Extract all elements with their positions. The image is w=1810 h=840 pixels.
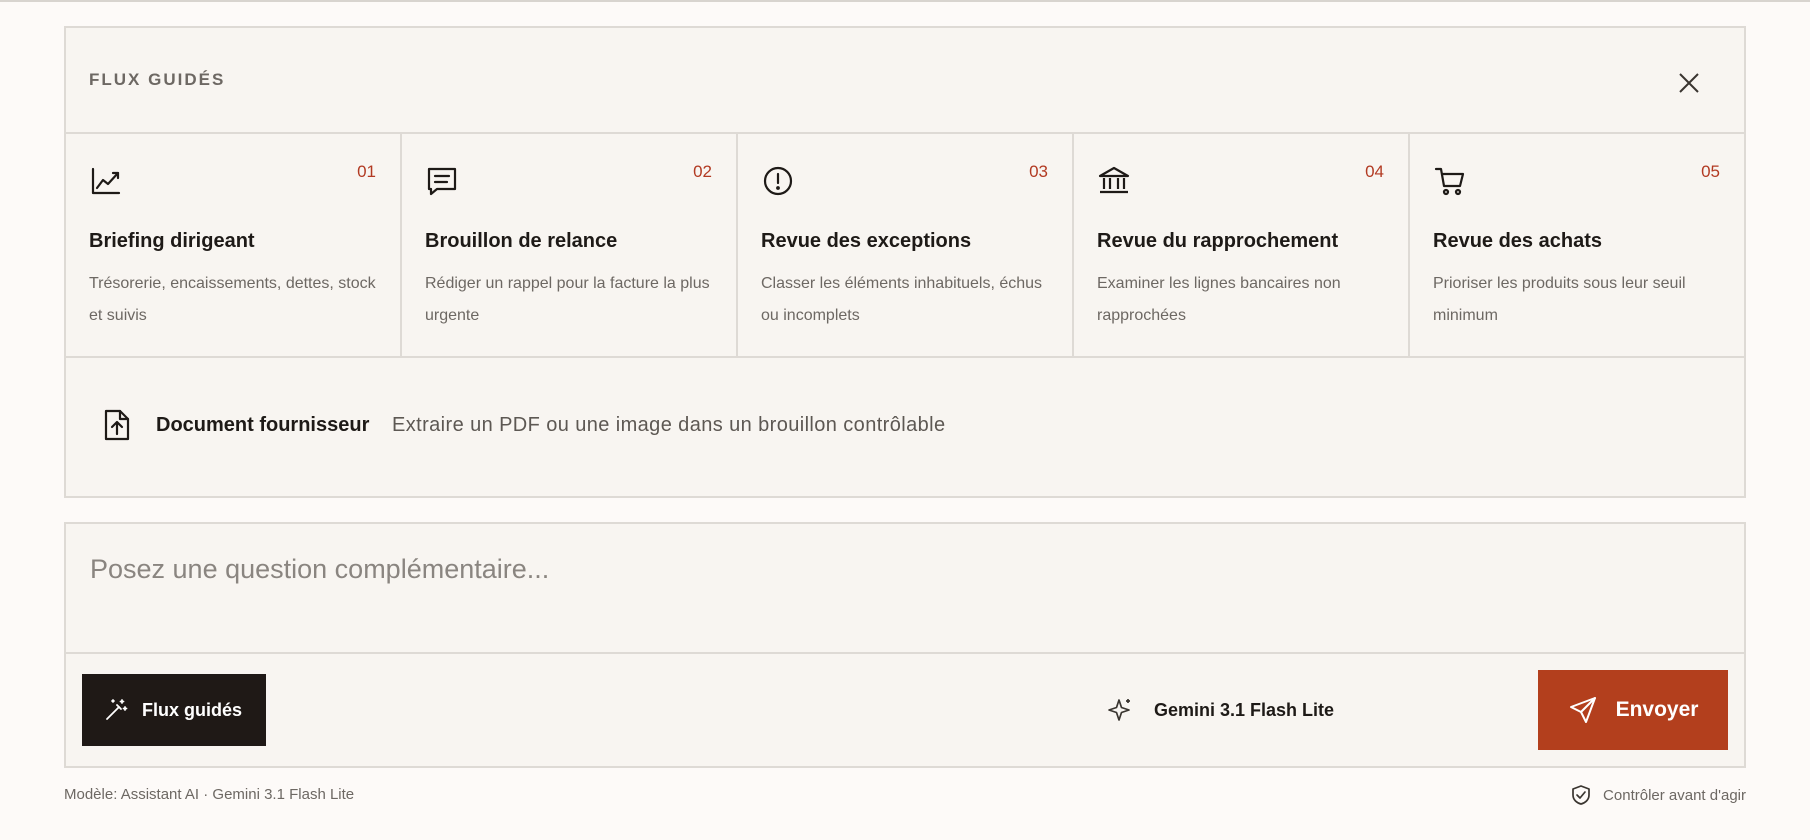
question-input[interactable] xyxy=(66,524,1744,654)
flow-card-number: 04 xyxy=(1365,162,1384,181)
flow-card-description: Trésorerie, encaissements, dettes, stock… xyxy=(89,275,376,324)
guided-flows-label: Flux guidés xyxy=(142,699,243,720)
flow-card-number: 01 xyxy=(357,162,376,181)
flow-card-title: Revue du rapprochement xyxy=(1097,230,1339,252)
flow-card-description: Prioriser les produits sous leur seuil m… xyxy=(1433,275,1686,324)
flow-card-number: 03 xyxy=(1029,162,1048,181)
flow-card-exceptions[interactable]: 03 Revue des exceptions Classer les élém… xyxy=(738,134,1074,356)
document-description: Extraire un PDF ou une image dans un bro… xyxy=(392,414,946,436)
flow-card-description: Examiner les lignes bancaires non rappro… xyxy=(1097,275,1341,324)
chart-line-icon xyxy=(91,167,121,195)
flow-card-title: Revue des achats xyxy=(1433,230,1602,252)
model-info: Modèle: Assistant AI · Gemini 3.1 Flash … xyxy=(64,786,355,803)
flow-card-briefing[interactable]: 01 Briefing dirigeant Trésorerie, encais… xyxy=(66,134,402,356)
flow-card-title: Briefing dirigeant xyxy=(89,230,255,252)
top-divider xyxy=(0,0,1810,2)
close-icon xyxy=(1679,73,1699,93)
guided-flows-panel: FLUX GUIDÉS 01 Briefing dirigeant Trésor… xyxy=(64,26,1746,498)
flow-card-title: Revue des exceptions xyxy=(761,230,972,252)
composer: Flux guidés Gemini 3.1 Flash Lite Envoye… xyxy=(64,522,1746,768)
close-button[interactable] xyxy=(1674,68,1704,98)
alert-circle-icon xyxy=(763,166,793,196)
flow-card-number: 05 xyxy=(1701,162,1720,181)
flow-card-description: Rédiger un rappel pour la facture la plu… xyxy=(425,275,710,324)
flow-card-relance[interactable]: 02 Brouillon de relance Rédiger un rappe… xyxy=(402,134,738,356)
flow-cards: 01 Briefing dirigeant Trésorerie, encais… xyxy=(66,134,1744,358)
panel-title: FLUX GUIDÉS xyxy=(89,70,226,89)
flow-card-rapprochement[interactable]: 04 Revue du rapprochement Examiner les l… xyxy=(1074,134,1410,356)
send-label: Envoyer xyxy=(1615,698,1699,721)
model-select[interactable]: Gemini 3.1 Flash Lite xyxy=(1036,674,1586,746)
message-icon xyxy=(427,167,457,196)
panel-header: FLUX GUIDÉS xyxy=(66,28,1744,134)
check-label: Contrôler avant d'agir xyxy=(1603,786,1746,804)
cart-icon xyxy=(1434,167,1465,196)
document-title: Document fournisseur xyxy=(156,414,370,436)
send-button[interactable]: Envoyer xyxy=(1538,670,1728,750)
flow-card-description: Classer les éléments inhabituels, échus … xyxy=(761,275,1043,324)
supplier-document-item[interactable]: Document fournisseur Extraire un PDF ou … xyxy=(66,358,1744,496)
flow-card-achats[interactable]: 05 Revue des achats Prioriser les produi… xyxy=(1410,134,1744,356)
bank-icon xyxy=(1098,166,1130,194)
magic-wand-icon xyxy=(106,699,128,720)
send-icon xyxy=(1569,697,1596,723)
sparkle-icon xyxy=(1108,699,1130,721)
flow-card-title: Brouillon de relance xyxy=(425,230,618,252)
shield-check-icon xyxy=(1572,785,1590,805)
file-upload-icon xyxy=(104,409,130,441)
flow-card-number: 02 xyxy=(693,162,712,181)
check-before-act: Contrôler avant d'agir xyxy=(1571,784,1746,806)
model-name: Gemini 3.1 Flash Lite xyxy=(1154,699,1335,720)
guided-flows-button[interactable]: Flux guidés xyxy=(82,674,266,746)
